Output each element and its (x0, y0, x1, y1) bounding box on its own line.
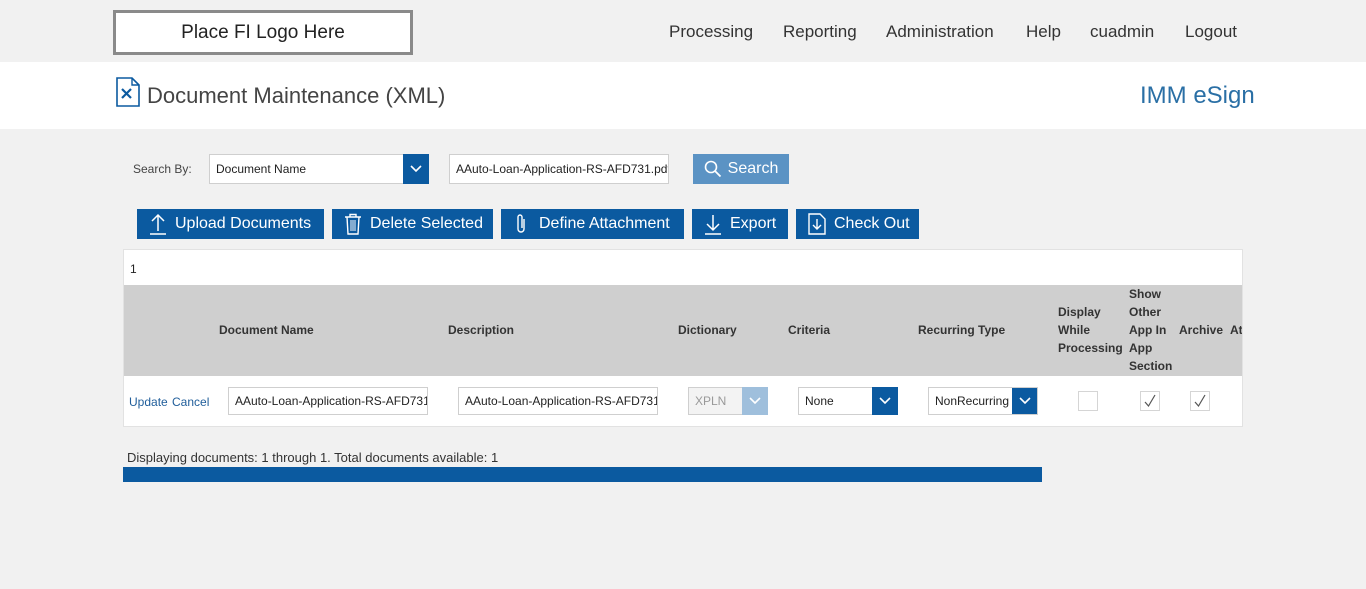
search-input[interactable]: AAuto-Loan-Application-RS-AFD731.pdf (449, 154, 669, 184)
grid-footer-bar (123, 467, 1042, 482)
chevron-down-icon[interactable] (742, 387, 768, 415)
col-description[interactable]: Description (448, 321, 514, 339)
col-show-line-1: Show (1129, 287, 1161, 301)
search-icon (704, 160, 721, 178)
search-field-value: Document Name (216, 162, 307, 176)
col-document-name[interactable]: Document Name (219, 321, 314, 339)
nav-help[interactable]: Help (1026, 22, 1061, 42)
checkmark-icon (1194, 394, 1206, 408)
upload-documents-button[interactable]: Upload Documents (137, 209, 324, 239)
grid-status-text: Displaying documents: 1 through 1. Total… (127, 450, 499, 465)
col-display-line-1: Display (1058, 305, 1101, 319)
col-dictionary[interactable]: Dictionary (678, 321, 737, 339)
col-display-line-3: Processing (1058, 341, 1123, 355)
col-recurring-type[interactable]: Recurring Type (918, 321, 1005, 339)
dictionary-select[interactable]: XPLN (688, 387, 768, 415)
cancel-link[interactable]: Cancel (172, 395, 209, 409)
col-show-line-2: Other (1129, 305, 1162, 319)
nav-administration[interactable]: Administration (886, 22, 994, 42)
dictionary-value: XPLN (695, 394, 727, 408)
col-show-other-app[interactable]: Show Other App In App Section (1129, 285, 1172, 375)
checkout-icon (808, 213, 826, 235)
show-other-app-checkbox[interactable] (1140, 391, 1160, 411)
logo-text: Place FI Logo Here (181, 21, 345, 43)
document-name-value: AAuto-Loan-Application-RS-AFD731.pdf (235, 394, 427, 408)
display-while-processing-checkbox[interactable] (1078, 391, 1098, 411)
trash-icon (345, 213, 361, 235)
criteria-value: None (805, 394, 834, 408)
col-attach-partial[interactable]: At (1230, 321, 1242, 339)
recurring-type-select[interactable]: NonRecurring (928, 387, 1038, 415)
col-display-line-2: While (1058, 323, 1090, 337)
page-title: Document Maintenance (XML) (147, 83, 446, 108)
nav-logout[interactable]: Logout (1185, 22, 1237, 42)
description-value: AAuto-Loan-Application-RS-AFD731.pdf (465, 394, 657, 408)
search-field-select[interactable]: Document Name (209, 154, 429, 184)
documents-grid: 1 Document Name Description Dictionary C… (123, 249, 1243, 427)
export-label: Export (730, 215, 777, 232)
search-by-label: Search By: (133, 162, 192, 176)
nav-reporting[interactable]: Reporting (783, 22, 857, 42)
search-input-value: AAuto-Loan-Application-RS-AFD731.pdf (456, 162, 669, 176)
pager-page-number[interactable]: 1 (130, 262, 137, 276)
top-nav-bar: Place FI Logo Here Processing Reporting … (0, 0, 1366, 62)
col-show-line-4: App (1129, 341, 1153, 355)
document-icon (116, 77, 140, 107)
nav-user[interactable]: cuadmin (1090, 22, 1154, 42)
chevron-down-icon[interactable] (1012, 388, 1037, 414)
search-button[interactable]: Search (693, 154, 789, 184)
paperclip-icon (517, 214, 525, 233)
define-attachment-button[interactable]: Define Attachment (501, 209, 684, 239)
update-link[interactable]: Update (129, 395, 168, 409)
criteria-select[interactable]: None (798, 387, 898, 415)
col-show-line-5: Section (1129, 359, 1173, 373)
export-button[interactable]: Export (692, 209, 788, 239)
check-out-label: Check Out (834, 215, 910, 232)
grid-header-row: Document Name Description Dictionary Cri… (124, 285, 1242, 376)
table-row: Update Cancel AAuto-Loan-Application-RS-… (124, 376, 1242, 426)
brand-name: IMM eSign (1140, 82, 1255, 109)
col-display-while-processing[interactable]: Display While Processing (1058, 303, 1123, 357)
download-icon (705, 215, 721, 235)
check-out-button[interactable]: Check Out (796, 209, 919, 239)
upload-documents-label: Upload Documents (175, 215, 312, 232)
chevron-down-icon[interactable] (403, 154, 429, 184)
search-button-label: Search (727, 160, 779, 177)
nav-processing[interactable]: Processing (669, 22, 753, 42)
col-archive[interactable]: Archive (1179, 321, 1223, 339)
document-name-input[interactable]: AAuto-Loan-Application-RS-AFD731.pdf (228, 387, 428, 415)
delete-selected-label: Delete Selected (370, 215, 483, 232)
upload-icon (150, 213, 166, 235)
checkmark-icon (1144, 394, 1156, 408)
description-input[interactable]: AAuto-Loan-Application-RS-AFD731.pdf (458, 387, 658, 415)
define-attachment-label: Define Attachment (539, 215, 670, 232)
col-show-line-3: App In (1129, 323, 1167, 337)
archive-checkbox[interactable] (1190, 391, 1210, 411)
chevron-down-icon[interactable] (872, 387, 898, 415)
page-header: Document Maintenance (XML) IMM eSign (0, 62, 1366, 129)
delete-selected-button[interactable]: Delete Selected (332, 209, 493, 239)
logo-placeholder: Place FI Logo Here (113, 10, 413, 55)
col-criteria[interactable]: Criteria (788, 321, 830, 339)
recurring-type-value: NonRecurring (935, 394, 1010, 408)
